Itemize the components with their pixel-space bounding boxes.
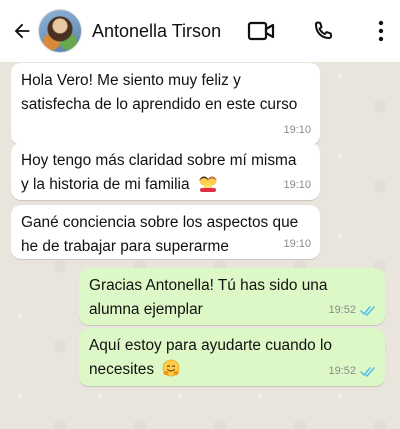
phone-call-icon[interactable] [306,14,340,48]
message-meta: 19:52 [328,359,376,383]
message-time: 19:10 [283,238,311,250]
message-line: Hola Vero! Me siento muy feliz y [21,72,241,89]
message-meta: 19:10 [283,232,311,256]
family-emoji [198,174,218,200]
message-meta: 19:52 [328,298,376,322]
message-line: Hoy tengo más claridad sobre mí misma [21,152,297,169]
message-bubble-incoming[interactable]: Hola Vero! Me siento muy feliz y satisfe… [11,63,320,145]
message-line: Aquí estoy para ayudarte cuando lo [89,337,332,354]
read-ticks-icon [360,305,376,316]
contact-name[interactable]: Antonella Tirson [92,21,244,42]
message-time: 19:10 [283,179,311,191]
message-line: Gracias Antonella! Tú has sido una [89,277,328,294]
message-line: y la historia de mi familia [21,176,190,193]
message-meta: 19:10 [283,173,311,197]
chat-header: Antonella Tirson [0,0,400,62]
message-line: Gané conciencia sobre los aspectos que [21,214,299,231]
message-time: 19:52 [328,365,356,377]
message-time: 19:10 [283,124,311,136]
avatar[interactable] [38,9,82,53]
hugging-face-emoji [162,359,180,385]
message-line: necesites [89,361,155,378]
message-bubble-outgoing[interactable]: Aquí estoy para ayudarte cuando lo neces… [79,328,385,386]
video-call-icon[interactable] [244,14,278,48]
read-ticks-icon [360,366,376,377]
more-vert-icon[interactable] [364,14,398,48]
message-bubble-outgoing[interactable]: Gracias Antonella! Tú has sido una alumn… [79,268,385,325]
message-line: satisfecha de lo aprendido en este curso [21,96,298,113]
message-bubble-incoming[interactable]: Gané conciencia sobre los aspectos que h… [11,205,320,259]
message-meta: 19:10 [283,118,311,142]
message-time: 19:52 [328,304,356,316]
message-bubble-incoming[interactable]: Hoy tengo más claridad sobre mí misma y … [11,143,320,200]
back-arrow-icon[interactable] [4,13,40,49]
message-line: he de trabajar para superarme [21,238,229,255]
